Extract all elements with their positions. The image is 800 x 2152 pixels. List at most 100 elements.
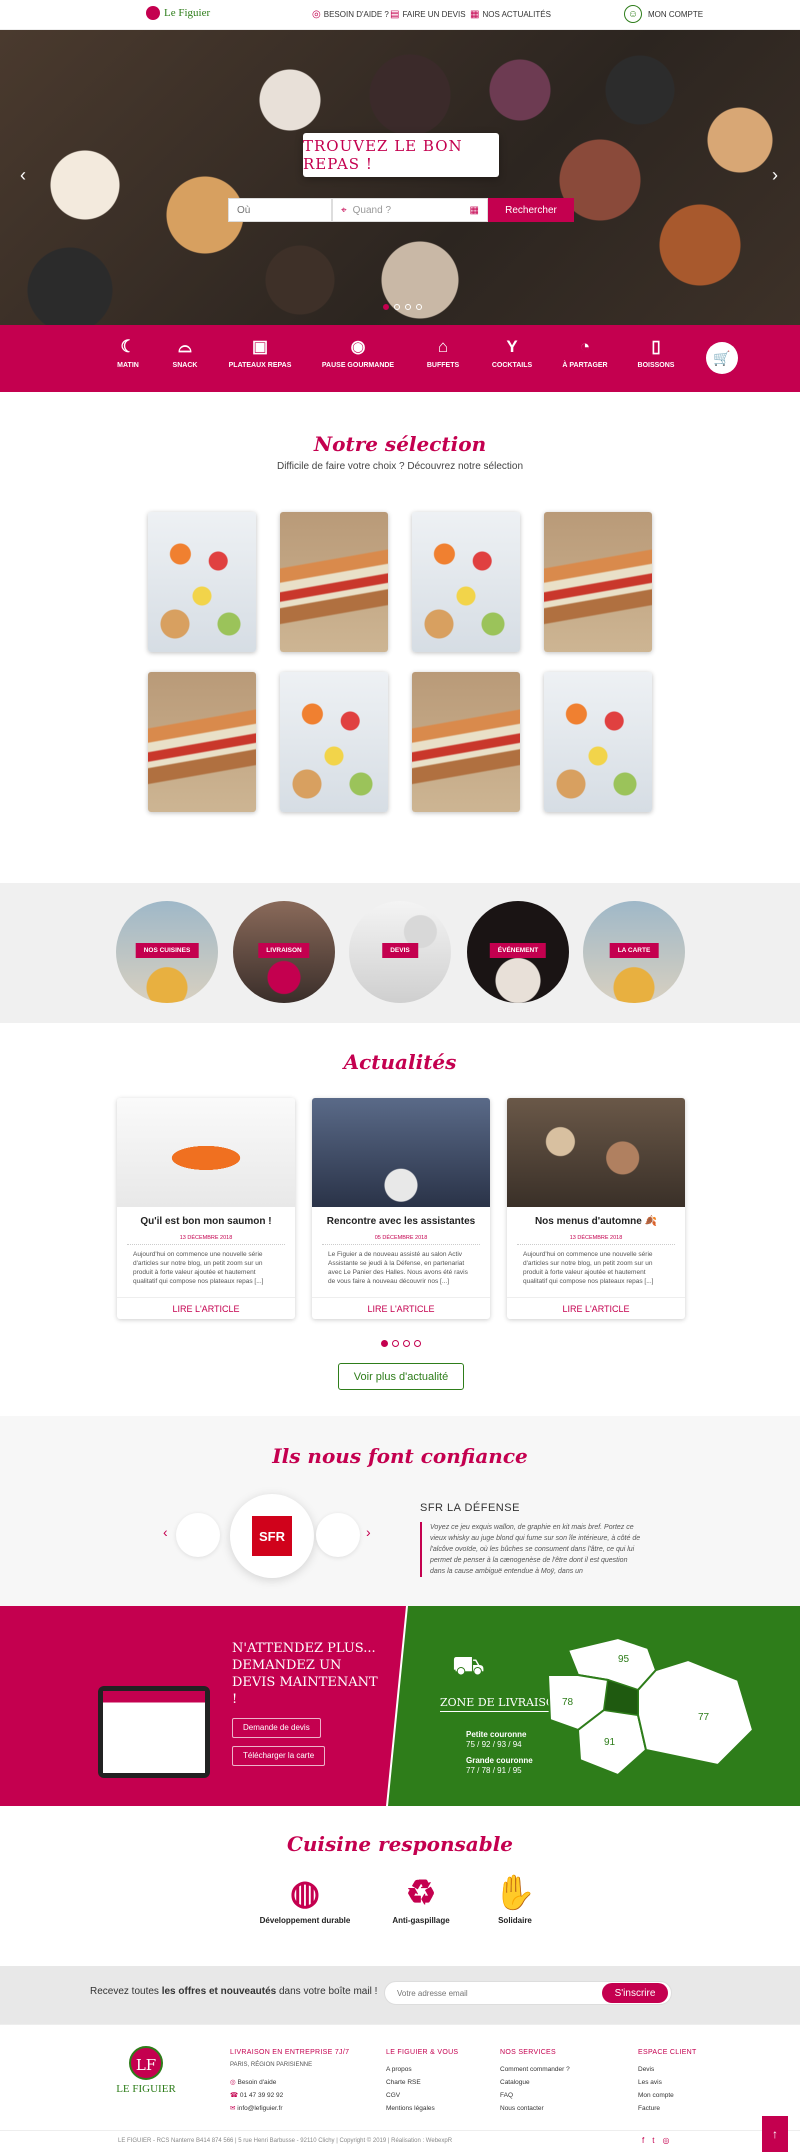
circle-la-carte[interactable]: La carte: [583, 901, 685, 1003]
hero-prev-arrow-icon[interactable]: ‹: [20, 165, 26, 186]
document-icon: ▤: [390, 9, 400, 20]
footer-link[interactable]: Nous contacter: [500, 2102, 570, 2115]
product-card[interactable]: [280, 672, 388, 812]
footer-col-figuier: Le Figuier & vous A propos Charte RSE CG…: [386, 2046, 458, 2115]
client-logo[interactable]: [176, 1513, 220, 1557]
footer-phone[interactable]: ☎ 01 47 39 92 92: [230, 2089, 349, 2102]
more-news-button[interactable]: Voir plus d'actualité: [338, 1363, 464, 1390]
burger-icon: ⌓: [178, 337, 192, 356]
news-card[interactable]: Nos menus d'automne 🍂 13 décembre 2018 A…: [507, 1098, 685, 1319]
category-pause-gourmande[interactable]: ◉ Pause gourmande: [322, 338, 394, 370]
category-matin[interactable]: ☾ Matin: [117, 338, 139, 370]
ile-de-france-map: 95 78 91 77: [546, 1636, 755, 1777]
subscribe-button[interactable]: S'inscrire: [602, 1983, 668, 2003]
back-to-top-button[interactable]: ↑: [762, 2116, 788, 2152]
testimonial-prev-icon[interactable]: ‹: [163, 1524, 168, 1540]
client-logo-active[interactable]: SFR: [230, 1494, 314, 1578]
news-dot[interactable]: [392, 1340, 399, 1347]
hero-dot[interactable]: [383, 304, 389, 310]
search-button[interactable]: Rechercher: [488, 198, 574, 222]
category-snack[interactable]: ⌓ Snack: [173, 337, 198, 370]
news-excerpt: Aujourd'hui on commence une nouvelle sér…: [517, 1244, 675, 1292]
news-card[interactable]: Qu'il est bon mon saumon ! 13 décembre 2…: [117, 1098, 295, 1319]
where-input[interactable]: [228, 198, 332, 222]
hero-dot[interactable]: [416, 304, 422, 310]
testimonial-name: SFR La Défense: [420, 1502, 520, 1514]
read-article-link[interactable]: Lire l'article: [507, 1297, 685, 1319]
client-logo[interactable]: [316, 1513, 360, 1557]
when-field[interactable]: ⌖ Quand ? ▦: [332, 198, 488, 222]
dept-label: 77: [698, 1712, 710, 1723]
lifebuoy-icon: ◎: [312, 9, 321, 20]
read-article-link[interactable]: Lire l'article: [117, 1297, 295, 1319]
category-plateaux-repas[interactable]: ▣ Plateaux repas: [229, 337, 292, 370]
footer-brand: Le Figuier: [116, 2083, 176, 2095]
footer-logo[interactable]: LF Le Figuier: [116, 2046, 176, 2095]
copyright-bar: LE FIGUIER - RCS Nanterre B414 874 566 |…: [0, 2130, 800, 2152]
footer-col-delivery: Livraison en entreprise 7j/7 Paris, régi…: [230, 2046, 349, 2115]
copyright-text: LE FIGUIER - RCS Nanterre B414 874 566 |…: [118, 2138, 453, 2144]
quote-link[interactable]: ▤ Faire un devis: [390, 9, 466, 20]
product-card[interactable]: [544, 672, 652, 812]
hero-banner: [0, 30, 800, 325]
location-pin-icon: ⌖: [341, 204, 347, 216]
testimonial-next-icon[interactable]: ›: [366, 1524, 371, 1540]
circle-devis[interactable]: Devis: [349, 901, 451, 1003]
news-link[interactable]: ▦ Nos actualités: [470, 9, 551, 20]
cart-icon[interactable]: 🛒: [706, 342, 738, 374]
footer-link[interactable]: Charte RSE: [386, 2076, 458, 2089]
circle-evenement[interactable]: Événement: [467, 901, 569, 1003]
calendar-icon: ▦: [469, 204, 479, 216]
news-dot[interactable]: [414, 1340, 421, 1347]
product-card[interactable]: [544, 512, 652, 652]
product-card[interactable]: [148, 672, 256, 812]
hero-dot[interactable]: [394, 304, 400, 310]
social-links: f t ◎: [642, 2136, 669, 2145]
product-card[interactable]: [412, 672, 520, 812]
footer-help-link[interactable]: ◎ Besoin d'aide: [230, 2076, 349, 2089]
category-a-partager[interactable]: ◔ À partager: [562, 338, 607, 370]
read-article-link[interactable]: Lire l'article: [312, 1297, 490, 1319]
circle-livraison[interactable]: Livraison: [233, 901, 335, 1003]
quote-request-button[interactable]: Demande de devis: [232, 1718, 321, 1738]
footer-link[interactable]: Mentions légales: [386, 2102, 458, 2115]
category-bar: ☾ Matin ⌓ Snack ▣ Plateaux repas ◉ Pause gou…: [0, 325, 800, 392]
product-card[interactable]: [412, 512, 520, 652]
category-cocktails[interactable]: Y Cocktails: [492, 338, 532, 370]
footer-link[interactable]: A propos: [386, 2063, 458, 2076]
dept-label: 95: [618, 1654, 630, 1665]
footer-link[interactable]: Devis: [638, 2063, 697, 2076]
dept-label: 78: [562, 1697, 574, 1708]
download-menu-button[interactable]: Télécharger la carte: [232, 1746, 326, 1766]
tray-icon: ▣: [251, 337, 269, 356]
news-card-title: Qu'il est bon mon saumon !: [140, 1216, 272, 1227]
account-link[interactable]: ☺ Mon compte: [624, 5, 703, 23]
header-logo[interactable]: Le Figuier: [146, 6, 210, 20]
news-card[interactable]: Rencontre avec les assistantes 05 décemb…: [312, 1098, 490, 1319]
footer-email[interactable]: ✉ info@lefiguier.fr: [230, 2102, 349, 2115]
footer-link[interactable]: Facture: [638, 2102, 697, 2115]
help-link[interactable]: ◎ Besoin d'aide ?: [312, 9, 389, 20]
footer-link[interactable]: Comment commander ?: [500, 2063, 570, 2076]
footer-link[interactable]: CGV: [386, 2089, 458, 2102]
phone-icon: ☎: [230, 2092, 240, 2099]
news-image: [117, 1098, 295, 1207]
circle-nos-cuisines[interactable]: Nos cuisines: [116, 901, 218, 1003]
news-dot[interactable]: [403, 1340, 410, 1347]
news-dot[interactable]: [381, 1340, 388, 1347]
facebook-icon[interactable]: f: [642, 2136, 644, 2145]
footer-link[interactable]: Mon compte: [638, 2089, 697, 2102]
top-header: Le Figuier ◎ Besoin d'aide ? ▤ Faire un de…: [0, 0, 800, 30]
hero-next-arrow-icon[interactable]: ›: [772, 165, 778, 186]
instagram-icon[interactable]: ◎: [662, 2136, 669, 2145]
quote-title: N'attendez plus... demandez un devis mai…: [232, 1641, 378, 1707]
product-card[interactable]: [148, 512, 256, 652]
footer-link[interactable]: FAQ: [500, 2089, 570, 2102]
category-buffets[interactable]: ⌂ Buffets: [427, 338, 459, 370]
twitter-icon[interactable]: t: [652, 2136, 654, 2145]
product-card[interactable]: [280, 512, 388, 652]
category-boissons[interactable]: ▯ Boissons: [638, 338, 675, 370]
hero-dot[interactable]: [405, 304, 411, 310]
footer-link[interactable]: Les avis: [638, 2076, 697, 2089]
footer-link[interactable]: Catalogue: [500, 2076, 570, 2089]
